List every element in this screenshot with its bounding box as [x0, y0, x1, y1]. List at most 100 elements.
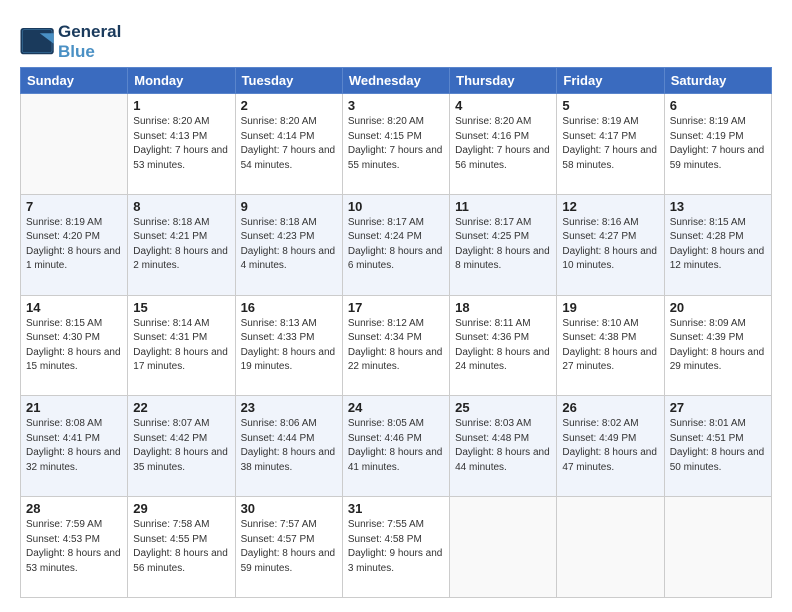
cell-sun-info: Sunrise: 8:18 AMSunset: 4:21 PMDaylight:… — [133, 216, 229, 274]
cell-sun-info: Sunrise: 8:15 AMSunset: 4:28 PMDaylight:… — [670, 216, 766, 274]
calendar-cell: 11Sunrise: 8:17 AMSunset: 4:25 PMDayligh… — [450, 194, 557, 295]
calendar-cell: 15 Sunrise: 8:14 AMSunset: 4:31 PMDayligh… — [128, 295, 235, 396]
weekday-header-wednesday: Wednesday — [342, 68, 449, 94]
day-number: 25 — [455, 400, 551, 415]
calendar-week-row: 7 Sunrise: 8:19 AMSunset: 4:20 PMDaylight… — [21, 194, 772, 295]
cell-sun-info: Sunrise: 7:55 AMSunset: 4:58 PMDaylight:… — [348, 518, 444, 576]
calendar-cell: 30Sunrise: 7:57 AMSunset: 4:57 PMDayligh… — [235, 497, 342, 598]
cell-sun-info: Sunrise: 8:11 AMSunset: 4:36 PMDaylight:… — [455, 317, 551, 375]
day-number: 20 — [670, 300, 766, 315]
calendar-cell: 7 Sunrise: 8:19 AMSunset: 4:20 PMDaylight… — [21, 194, 128, 295]
day-number: 21 — [26, 400, 122, 415]
day-number: 19 — [562, 300, 658, 315]
cell-sun-info: Sunrise: 8:07 AMSunset: 4:42 PMDaylight:… — [133, 417, 229, 475]
calendar-cell: 6 Sunrise: 8:19 AMSunset: 4:19 PMDaylight… — [664, 94, 771, 195]
day-number: 23 — [241, 400, 337, 415]
cell-sun-info: Sunrise: 8:19 AMSunset: 4:20 PMDaylight:… — [26, 216, 122, 274]
calendar-week-row: 1Sunrise: 8:20 AMSunset: 4:13 PMDaylight… — [21, 94, 772, 195]
cell-sun-info: Sunrise: 8:20 AMSunset: 4:13 PMDaylight:… — [133, 115, 229, 173]
calendar-cell: 25 Sunrise: 8:03 AMSunset: 4:48 PMDayligh… — [450, 396, 557, 497]
calendar-cell: 16 Sunrise: 8:13 AMSunset: 4:33 PMDayligh… — [235, 295, 342, 396]
calendar-cell: 13 Sunrise: 8:15 AMSunset: 4:28 PMDayligh… — [664, 194, 771, 295]
cell-sun-info: Sunrise: 8:19 AMSunset: 4:17 PMDaylight:… — [562, 115, 658, 173]
calendar-week-row: 14 Sunrise: 8:15 AMSunset: 4:30 PMDayligh… — [21, 295, 772, 396]
cell-sun-info: Sunrise: 8:18 AMSunset: 4:23 PMDaylight:… — [241, 216, 337, 274]
day-number: 22 — [133, 400, 229, 415]
cell-sun-info: Sunrise: 8:01 AMSunset: 4:51 PMDaylight:… — [670, 417, 766, 475]
cell-sun-info: Sunrise: 8:20 AMSunset: 4:15 PMDaylight:… — [348, 115, 444, 173]
calendar-table: SundayMondayTuesdayWednesdayThursdayFrid… — [20, 67, 772, 598]
calendar-cell — [21, 94, 128, 195]
calendar-cell — [557, 497, 664, 598]
weekday-header-row: SundayMondayTuesdayWednesdayThursdayFrid… — [21, 68, 772, 94]
calendar-cell: 29Sunrise: 7:58 AMSunset: 4:55 PMDayligh… — [128, 497, 235, 598]
day-number: 2 — [241, 98, 337, 113]
calendar-cell: 23 Sunrise: 8:06 AMSunset: 4:44 PMDayligh… — [235, 396, 342, 497]
day-number: 10 — [348, 199, 444, 214]
calendar-cell: 5 Sunrise: 8:19 AMSunset: 4:17 PMDaylight… — [557, 94, 664, 195]
day-number: 26 — [562, 400, 658, 415]
cell-sun-info: Sunrise: 8:15 AMSunset: 4:30 PMDaylight:… — [26, 317, 122, 375]
weekday-header-thursday: Thursday — [450, 68, 557, 94]
calendar-cell: 21 Sunrise: 8:08 AMSunset: 4:41 PMDayligh… — [21, 396, 128, 497]
logo-text: General Blue — [58, 22, 121, 61]
day-number: 16 — [241, 300, 337, 315]
calendar-cell: 26 Sunrise: 8:02 AMSunset: 4:49 PMDayligh… — [557, 396, 664, 497]
calendar-week-row: 21 Sunrise: 8:08 AMSunset: 4:41 PMDayligh… — [21, 396, 772, 497]
day-number: 17 — [348, 300, 444, 315]
calendar-cell: 24Sunrise: 8:05 AMSunset: 4:46 PMDayligh… — [342, 396, 449, 497]
cell-sun-info: Sunrise: 8:08 AMSunset: 4:41 PMDaylight:… — [26, 417, 122, 475]
cell-sun-info: Sunrise: 7:58 AMSunset: 4:55 PMDaylight:… — [133, 518, 229, 576]
calendar-cell: 19 Sunrise: 8:10 AMSunset: 4:38 PMDayligh… — [557, 295, 664, 396]
calendar-cell: 4 Sunrise: 8:20 AMSunset: 4:16 PMDaylight… — [450, 94, 557, 195]
calendar-cell: 12Sunrise: 8:16 AMSunset: 4:27 PMDayligh… — [557, 194, 664, 295]
calendar-cell: 28 Sunrise: 7:59 AMSunset: 4:53 PMDayligh… — [21, 497, 128, 598]
day-number: 6 — [670, 98, 766, 113]
calendar-cell: 20 Sunrise: 8:09 AMSunset: 4:39 PMDayligh… — [664, 295, 771, 396]
cell-sun-info: Sunrise: 8:20 AMSunset: 4:16 PMDaylight:… — [455, 115, 551, 173]
weekday-header-monday: Monday — [128, 68, 235, 94]
day-number: 28 — [26, 501, 122, 516]
day-number: 11 — [455, 199, 551, 214]
day-number: 31 — [348, 501, 444, 516]
calendar-cell — [664, 497, 771, 598]
day-number: 18 — [455, 300, 551, 315]
day-number: 15 — [133, 300, 229, 315]
calendar-cell: 2Sunrise: 8:20 AMSunset: 4:14 PMDaylight… — [235, 94, 342, 195]
day-number: 24 — [348, 400, 444, 415]
logo: General Blue — [20, 22, 121, 61]
calendar-cell: 10Sunrise: 8:17 AMSunset: 4:24 PMDayligh… — [342, 194, 449, 295]
weekday-header-saturday: Saturday — [664, 68, 771, 94]
day-number: 5 — [562, 98, 658, 113]
calendar-week-row: 28 Sunrise: 7:59 AMSunset: 4:53 PMDayligh… — [21, 497, 772, 598]
weekday-header-tuesday: Tuesday — [235, 68, 342, 94]
cell-sun-info: Sunrise: 7:59 AMSunset: 4:53 PMDaylight:… — [26, 518, 122, 576]
calendar-cell: 3Sunrise: 8:20 AMSunset: 4:15 PMDaylight… — [342, 94, 449, 195]
calendar-cell: 18 Sunrise: 8:11 AMSunset: 4:36 PMDayligh… — [450, 295, 557, 396]
calendar-cell: 1Sunrise: 8:20 AMSunset: 4:13 PMDaylight… — [128, 94, 235, 195]
cell-sun-info: Sunrise: 8:02 AMSunset: 4:49 PMDaylight:… — [562, 417, 658, 475]
day-number: 7 — [26, 199, 122, 214]
cell-sun-info: Sunrise: 8:10 AMSunset: 4:38 PMDaylight:… — [562, 317, 658, 375]
day-number: 12 — [562, 199, 658, 214]
cell-sun-info: Sunrise: 8:09 AMSunset: 4:39 PMDaylight:… — [670, 317, 766, 375]
cell-sun-info: Sunrise: 8:19 AMSunset: 4:19 PMDaylight:… — [670, 115, 766, 173]
calendar-cell: 27Sunrise: 8:01 AMSunset: 4:51 PMDayligh… — [664, 396, 771, 497]
cell-sun-info: Sunrise: 8:14 AMSunset: 4:31 PMDaylight:… — [133, 317, 229, 375]
day-number: 14 — [26, 300, 122, 315]
cell-sun-info: Sunrise: 7:57 AMSunset: 4:57 PMDaylight:… — [241, 518, 337, 576]
cell-sun-info: Sunrise: 8:06 AMSunset: 4:44 PMDaylight:… — [241, 417, 337, 475]
day-number: 4 — [455, 98, 551, 113]
day-number: 13 — [670, 199, 766, 214]
cell-sun-info: Sunrise: 8:13 AMSunset: 4:33 PMDaylight:… — [241, 317, 337, 375]
calendar-cell: 14 Sunrise: 8:15 AMSunset: 4:30 PMDayligh… — [21, 295, 128, 396]
calendar-cell — [450, 497, 557, 598]
calendar-cell: 22 Sunrise: 8:07 AMSunset: 4:42 PMDayligh… — [128, 396, 235, 497]
calendar-cell: 8Sunrise: 8:18 AMSunset: 4:21 PMDaylight… — [128, 194, 235, 295]
cell-sun-info: Sunrise: 8:12 AMSunset: 4:34 PMDaylight:… — [348, 317, 444, 375]
calendar-cell: 9 Sunrise: 8:18 AMSunset: 4:23 PMDaylight… — [235, 194, 342, 295]
calendar-cell: 31 Sunrise: 7:55 AMSunset: 4:58 PMDayligh… — [342, 497, 449, 598]
cell-sun-info: Sunrise: 8:03 AMSunset: 4:48 PMDaylight:… — [455, 417, 551, 475]
weekday-header-friday: Friday — [557, 68, 664, 94]
day-number: 9 — [241, 199, 337, 214]
